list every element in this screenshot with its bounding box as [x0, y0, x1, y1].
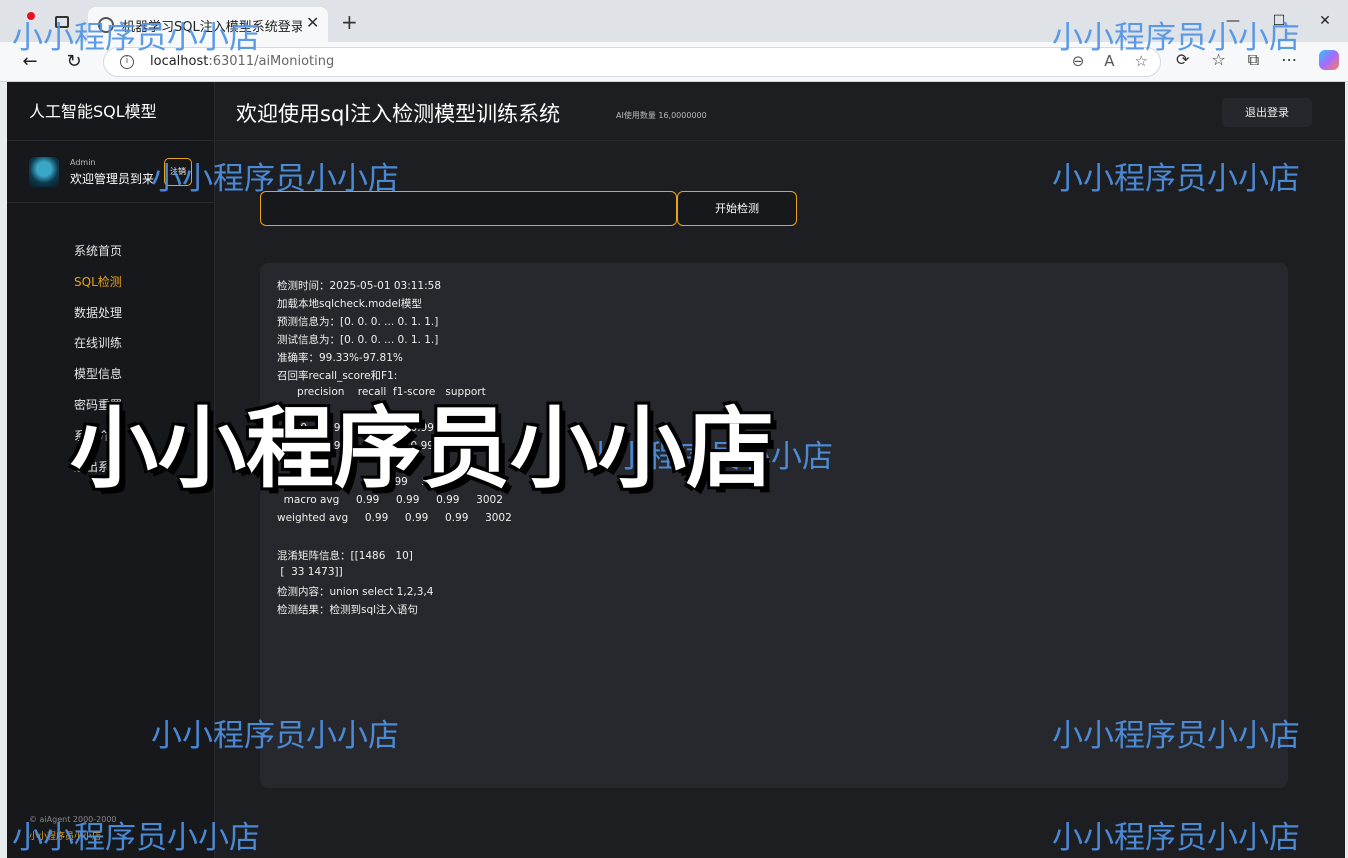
- sidebar-divider: [7, 202, 215, 203]
- watermark-big: 小小程序员小小店: [70, 397, 775, 500]
- result-line: weighted avg 0.99 0.99 0.99 3002: [277, 512, 512, 524]
- start-detect-button[interactable]: 开始检测: [677, 191, 797, 226]
- close-window-button[interactable]: ✕: [1302, 0, 1348, 42]
- page-title: 欢迎使用sql注入检测模型训练系统: [236, 102, 561, 126]
- avatar: [29, 157, 59, 187]
- watermark-text: 小小程序员小小店: [1052, 161, 1300, 197]
- copilot-icon[interactable]: [1319, 50, 1340, 70]
- sidebar-item-home[interactable]: 系统首页: [74, 242, 122, 273]
- info-icon[interactable]: i: [120, 55, 134, 69]
- sidebar-item-data-processing[interactable]: 数据处理: [74, 304, 122, 335]
- admin-label: Admin: [70, 158, 96, 167]
- sidebar-item-sql-detect[interactable]: SQL检测: [74, 273, 122, 304]
- result-line: 混淆矩阵信息：[[1486 10]: [277, 550, 413, 562]
- watermark-text: 小小程序员小小店: [1052, 820, 1300, 856]
- watermark-text: 小小程序员小小店: [12, 820, 260, 856]
- new-tab-button[interactable]: +: [341, 10, 358, 34]
- watermark-text: 小小程序员小小店: [151, 161, 399, 197]
- result-line: 检测结果：检测到sql注入语句: [277, 604, 419, 616]
- header-divider: [216, 140, 1345, 141]
- watermark-text: 小小程序员小小店: [1052, 20, 1300, 56]
- result-line: 检测内容：union select 1,2,3,4: [277, 586, 434, 598]
- welcome-text: 欢迎管理员到来: [70, 172, 155, 186]
- result-line: 加载本地sqlcheck.model模型: [277, 298, 422, 310]
- result-line: 准确率：99.33%-97.81%: [277, 352, 403, 364]
- watermark-text: 小小程序员小小店: [1052, 718, 1300, 754]
- watermark-text: 小小程序员小小店: [151, 718, 399, 754]
- result-line: 检测时间：2025-05-01 03:11:58: [277, 280, 442, 292]
- result-line: 预测信息为：[0. 0. 0. ... 0. 1. 1.]: [277, 316, 439, 328]
- tab-close-icon[interactable]: ✕: [306, 13, 319, 32]
- watermark-text: 小小程序员小小店: [12, 20, 260, 56]
- result-line: 测试信息为：[0. 0. 0. ... 0. 1. 1.]: [277, 334, 439, 346]
- result-line: [ 33 1473]]: [277, 566, 343, 578]
- logout-button[interactable]: 退出登录: [1222, 98, 1312, 127]
- usage-count: AI使用数量 16,0000000: [616, 111, 707, 120]
- url-box[interactable]: i localhost:63011/aiMonioting ⊖ A ☆: [103, 47, 1161, 77]
- brand-title: 人工智能SQL模型: [29, 102, 157, 121]
- sidebar-item-online-training[interactable]: 在线训练: [74, 334, 122, 365]
- sidebar-divider: [7, 140, 215, 141]
